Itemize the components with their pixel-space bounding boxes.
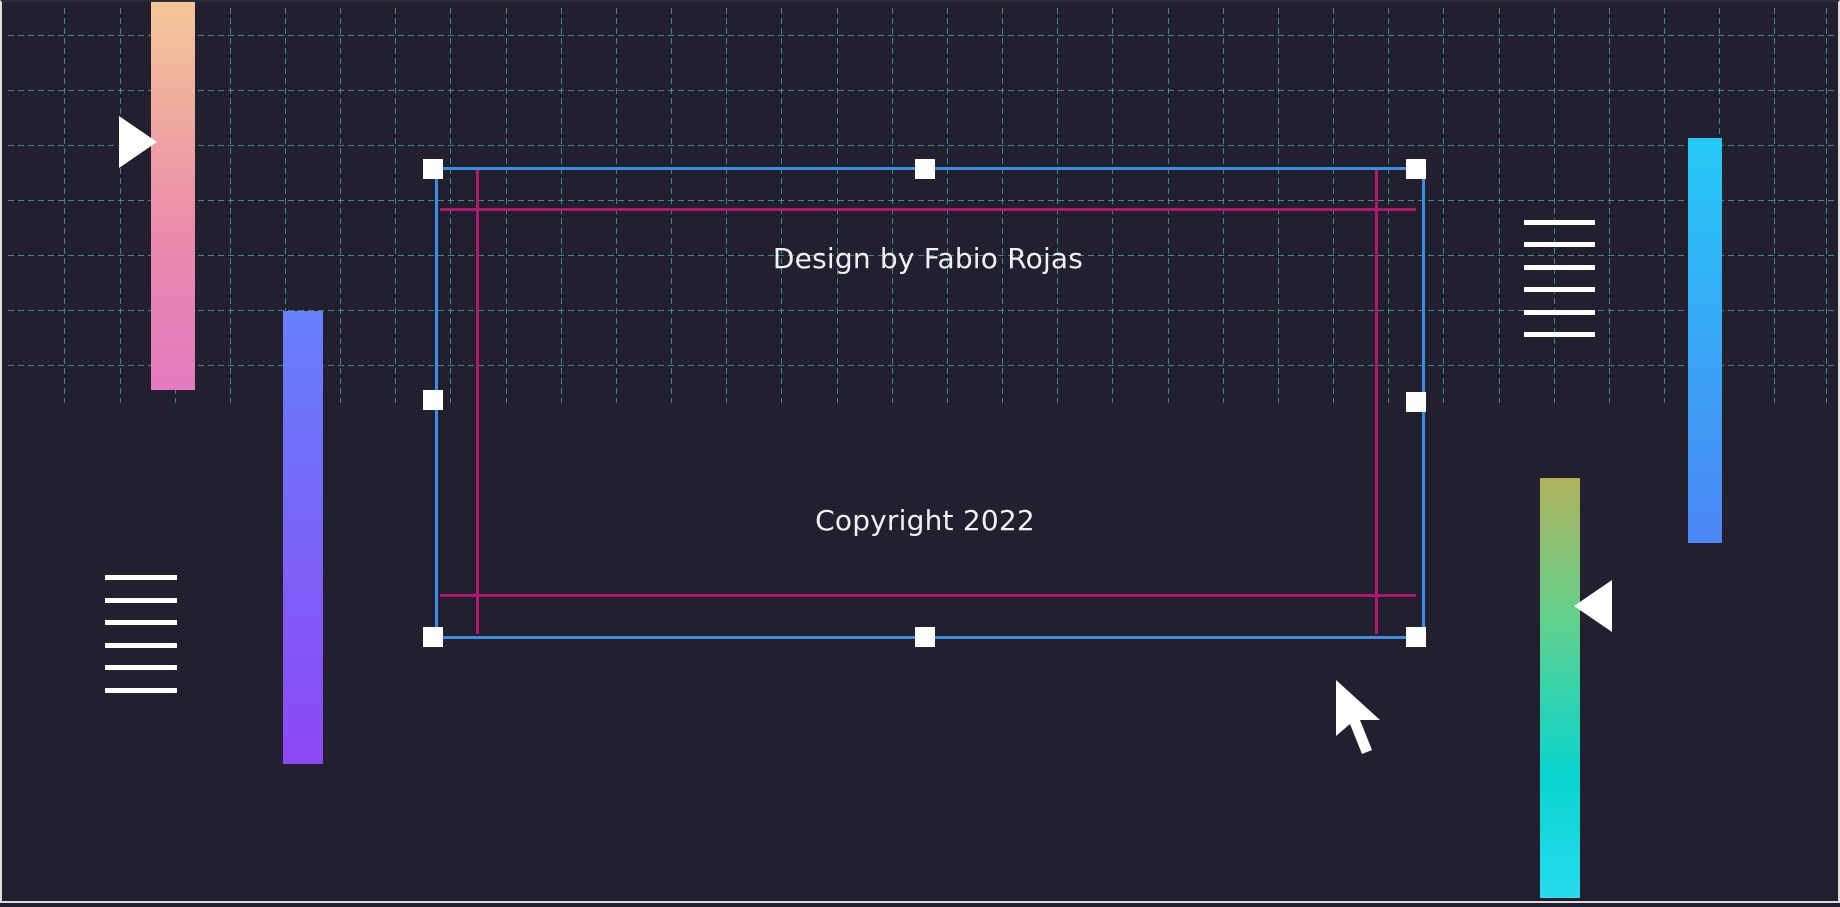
lines-icon[interactable] [105, 575, 177, 693]
resize-handle-bottom-left[interactable] [423, 627, 443, 647]
resize-handle-bottom[interactable] [915, 627, 935, 647]
line-stroke [1524, 220, 1595, 225]
play-right-icon[interactable] [119, 116, 157, 168]
grid-line [1774, 8, 1775, 403]
resize-handle-top-right[interactable] [1406, 159, 1426, 179]
cursor-arrow-icon [1336, 680, 1380, 754]
gradient-bar-green[interactable] [1540, 478, 1580, 898]
grid-line [1826, 8, 1827, 403]
grid-line [1499, 8, 1500, 403]
line-stroke [1524, 309, 1595, 315]
grid-line [340, 8, 341, 403]
resize-handle-top[interactable] [915, 159, 935, 179]
line-stroke [105, 687, 177, 693]
grid-line [8, 90, 1834, 91]
grid-line [395, 8, 396, 403]
design-canvas[interactable]: Design by Fabio Rojas Copyright 2022 [0, 0, 1840, 907]
design-credit-text[interactable]: Design by Fabio Rojas [440, 242, 1416, 275]
line-stroke [105, 642, 177, 648]
line-stroke [1524, 331, 1595, 337]
resize-handle-top-left[interactable] [423, 159, 443, 179]
line-stroke [1524, 287, 1595, 293]
grid-line [8, 145, 1834, 146]
grid-line [64, 8, 65, 403]
gradient-bar-violet[interactable] [283, 311, 323, 764]
line-stroke [105, 665, 177, 671]
line-stroke [1524, 242, 1595, 248]
copyright-text[interactable]: Copyright 2022 [440, 504, 1410, 537]
grid-line [8, 35, 1834, 36]
resize-handle-bottom-right[interactable] [1406, 627, 1426, 647]
selected-text-box[interactable] [435, 167, 1425, 639]
grid-line [120, 8, 121, 403]
gradient-bar-cyan[interactable] [1688, 138, 1722, 543]
grid-line [1443, 8, 1444, 403]
grid-line [1554, 8, 1555, 403]
grid-line [1609, 8, 1610, 403]
resize-handle-right[interactable] [1406, 392, 1426, 412]
lines-icon[interactable] [1524, 220, 1595, 337]
line-stroke [1524, 264, 1595, 270]
line-stroke [105, 620, 177, 626]
grid-line [1664, 8, 1665, 403]
resize-handle-left[interactable] [423, 390, 443, 410]
line-stroke [105, 575, 177, 580]
line-stroke [105, 597, 177, 603]
grid-line [230, 8, 231, 403]
gradient-bar-peach[interactable] [151, 0, 195, 390]
play-left-icon[interactable] [1574, 580, 1612, 632]
